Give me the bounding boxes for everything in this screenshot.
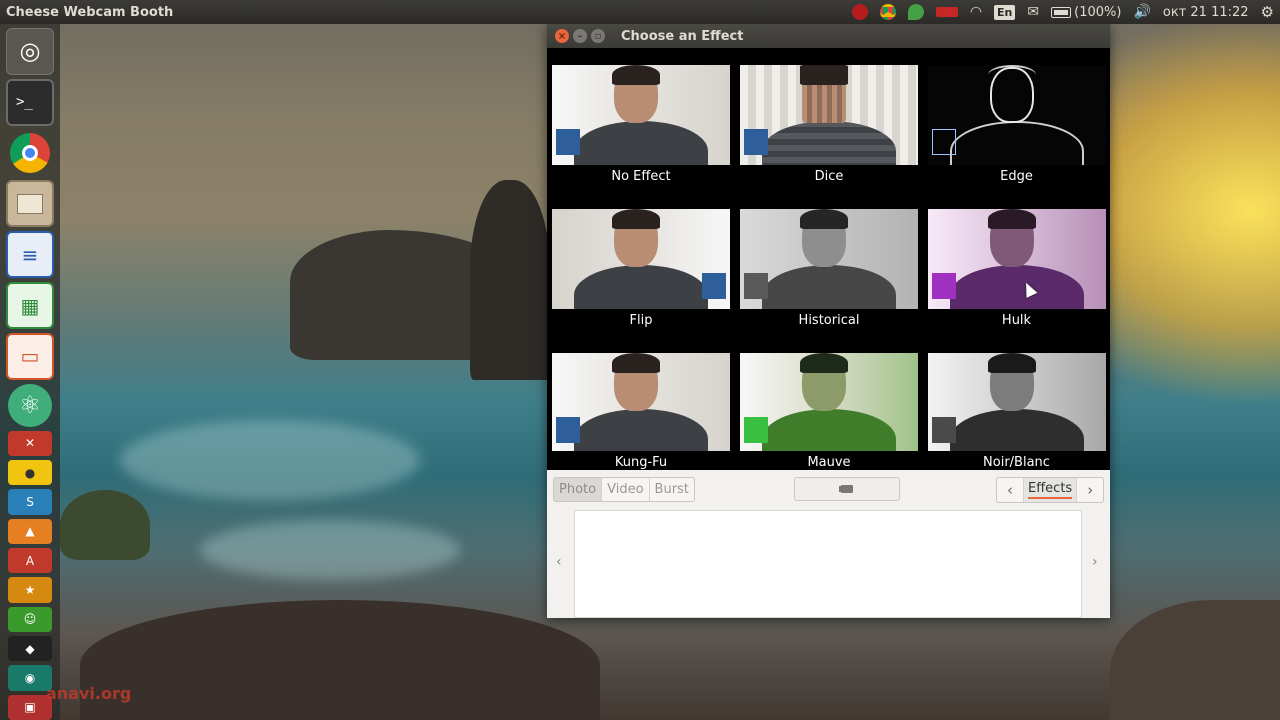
effect-kung-fu[interactable]: Kung-Fu xyxy=(547,336,735,470)
effects-toggle-button[interactable]: Effects xyxy=(1023,478,1078,502)
app-title: Cheese Webcam Booth xyxy=(6,4,174,20)
record-indicator-icon[interactable] xyxy=(846,0,874,24)
effect-edge[interactable]: Edge xyxy=(923,48,1110,192)
game-icon-6[interactable]: ★ xyxy=(8,577,52,603)
top-panel: Cheese Webcam Booth ◠ En ✉ (100%) 🔊 окт … xyxy=(0,0,1280,24)
game-icon-3[interactable]: S xyxy=(8,489,52,515)
toolbar: Photo Video Burst ‹ Effects › xyxy=(547,470,1110,510)
effect-label: Hulk xyxy=(1001,313,1032,328)
keyboard-layout-indicator[interactable]: En xyxy=(988,0,1021,24)
thumbnail-view[interactable] xyxy=(574,510,1082,618)
clock[interactable]: окт 21 11:22 xyxy=(1157,0,1255,24)
effect-label: Flip xyxy=(629,313,653,328)
effect-label: Historical xyxy=(798,313,860,328)
camera-icon xyxy=(841,485,853,493)
green-map-pin-icon[interactable] xyxy=(902,0,930,24)
effect-mauve[interactable]: Mauve xyxy=(735,336,923,470)
effect-preview xyxy=(552,209,730,309)
game-icon-4[interactable]: ▲ xyxy=(8,518,52,545)
effect-historical[interactable]: Historical xyxy=(735,192,923,336)
watermark: anavi.org xyxy=(46,684,132,703)
scroll-left-icon[interactable]: ‹ xyxy=(556,554,562,570)
take-photo-button[interactable] xyxy=(794,477,900,501)
effect-hulk[interactable]: Hulk xyxy=(923,192,1110,336)
mode-switcher: Photo Video Burst xyxy=(553,477,695,502)
effect-preview xyxy=(740,353,918,451)
game-icon-8[interactable]: ◆ xyxy=(8,636,52,662)
battery-percentage: (100%) xyxy=(1074,4,1122,20)
maximize-window-button[interactable]: ▫ xyxy=(591,29,605,43)
effect-label: Dice xyxy=(814,169,844,184)
effect-label: No Effect xyxy=(611,169,671,184)
chrome-icon[interactable] xyxy=(6,130,54,177)
battery-icon[interactable]: (100%) xyxy=(1045,0,1127,24)
effects-label: Effects xyxy=(1028,481,1073,499)
chrome-indicator-icon[interactable] xyxy=(874,0,902,24)
launcher: ◎ >_ ≡ ▦ ▭ ⚛ ✕ ● S ▲ A ★ ☺ ◆ ◉ ▣ xyxy=(0,24,60,720)
files-icon[interactable] xyxy=(6,180,54,228)
libreoffice-impress-icon[interactable]: ▭ xyxy=(6,333,54,380)
gear-icon[interactable]: ⚙ xyxy=(1255,0,1280,24)
effects-window: × – ▫ Choose an Effect No Effect Dice Ed… xyxy=(547,24,1110,618)
effect-label: Noir/Blanc xyxy=(983,455,1050,470)
effect-flip[interactable]: Flip xyxy=(547,192,735,336)
atom-icon[interactable]: ⚛ xyxy=(8,383,52,427)
terminal-icon[interactable]: >_ xyxy=(6,78,54,126)
previous-effects-page-button[interactable]: ‹ xyxy=(997,478,1023,502)
effect-label: Edge xyxy=(1000,169,1033,184)
next-effects-page-button[interactable]: › xyxy=(1077,478,1103,502)
effect-noir-blanc[interactable]: Noir/Blanc xyxy=(923,336,1110,470)
effect-label: Mauve xyxy=(807,455,851,470)
libreoffice-writer-icon[interactable]: ≡ xyxy=(6,231,54,279)
minimize-window-button[interactable]: – xyxy=(573,29,587,43)
mail-icon[interactable]: ✉ xyxy=(1021,0,1045,24)
game-icon-5[interactable]: A xyxy=(8,548,52,574)
battery-alert-icon[interactable] xyxy=(930,0,964,24)
window-titlebar: × – ▫ Choose an Effect xyxy=(547,24,1110,48)
game-icon-1[interactable]: ✕ xyxy=(8,430,52,457)
game-icon-7[interactable]: ☺ xyxy=(8,606,52,633)
volume-icon[interactable]: 🔊 xyxy=(1127,0,1156,24)
effect-preview xyxy=(552,65,730,165)
effects-navigation: ‹ Effects › xyxy=(996,477,1105,503)
effect-preview xyxy=(740,209,918,309)
photo-mode-button[interactable]: Photo xyxy=(554,478,603,501)
thumbnail-strip: ‹ › xyxy=(547,510,1110,618)
effect-preview xyxy=(927,209,1106,309)
game-icon-2[interactable]: ● xyxy=(8,460,52,486)
video-mode-button[interactable]: Video xyxy=(602,478,650,501)
effect-preview xyxy=(927,65,1106,165)
ubuntu-dash-icon[interactable]: ◎ xyxy=(6,28,54,75)
window-title: Choose an Effect xyxy=(621,28,744,44)
wifi-icon[interactable]: ◠ xyxy=(964,0,988,24)
effects-grid: No Effect Dice Edge Flip Historical Hulk… xyxy=(547,48,1110,470)
scroll-right-icon[interactable]: › xyxy=(1092,554,1098,570)
effect-preview xyxy=(552,353,730,451)
burst-mode-button[interactable]: Burst xyxy=(650,478,694,501)
effect-preview xyxy=(927,353,1106,451)
system-tray: ◠ En ✉ (100%) 🔊 окт 21 11:22 ⚙ xyxy=(846,0,1280,24)
effect-preview xyxy=(740,65,918,165)
effect-dice[interactable]: Dice xyxy=(735,48,923,192)
close-window-button[interactable]: × xyxy=(555,29,569,43)
libreoffice-calc-icon[interactable]: ▦ xyxy=(6,282,54,329)
effect-no-effect[interactable]: No Effect xyxy=(547,48,735,192)
effect-label: Kung-Fu xyxy=(614,455,668,470)
